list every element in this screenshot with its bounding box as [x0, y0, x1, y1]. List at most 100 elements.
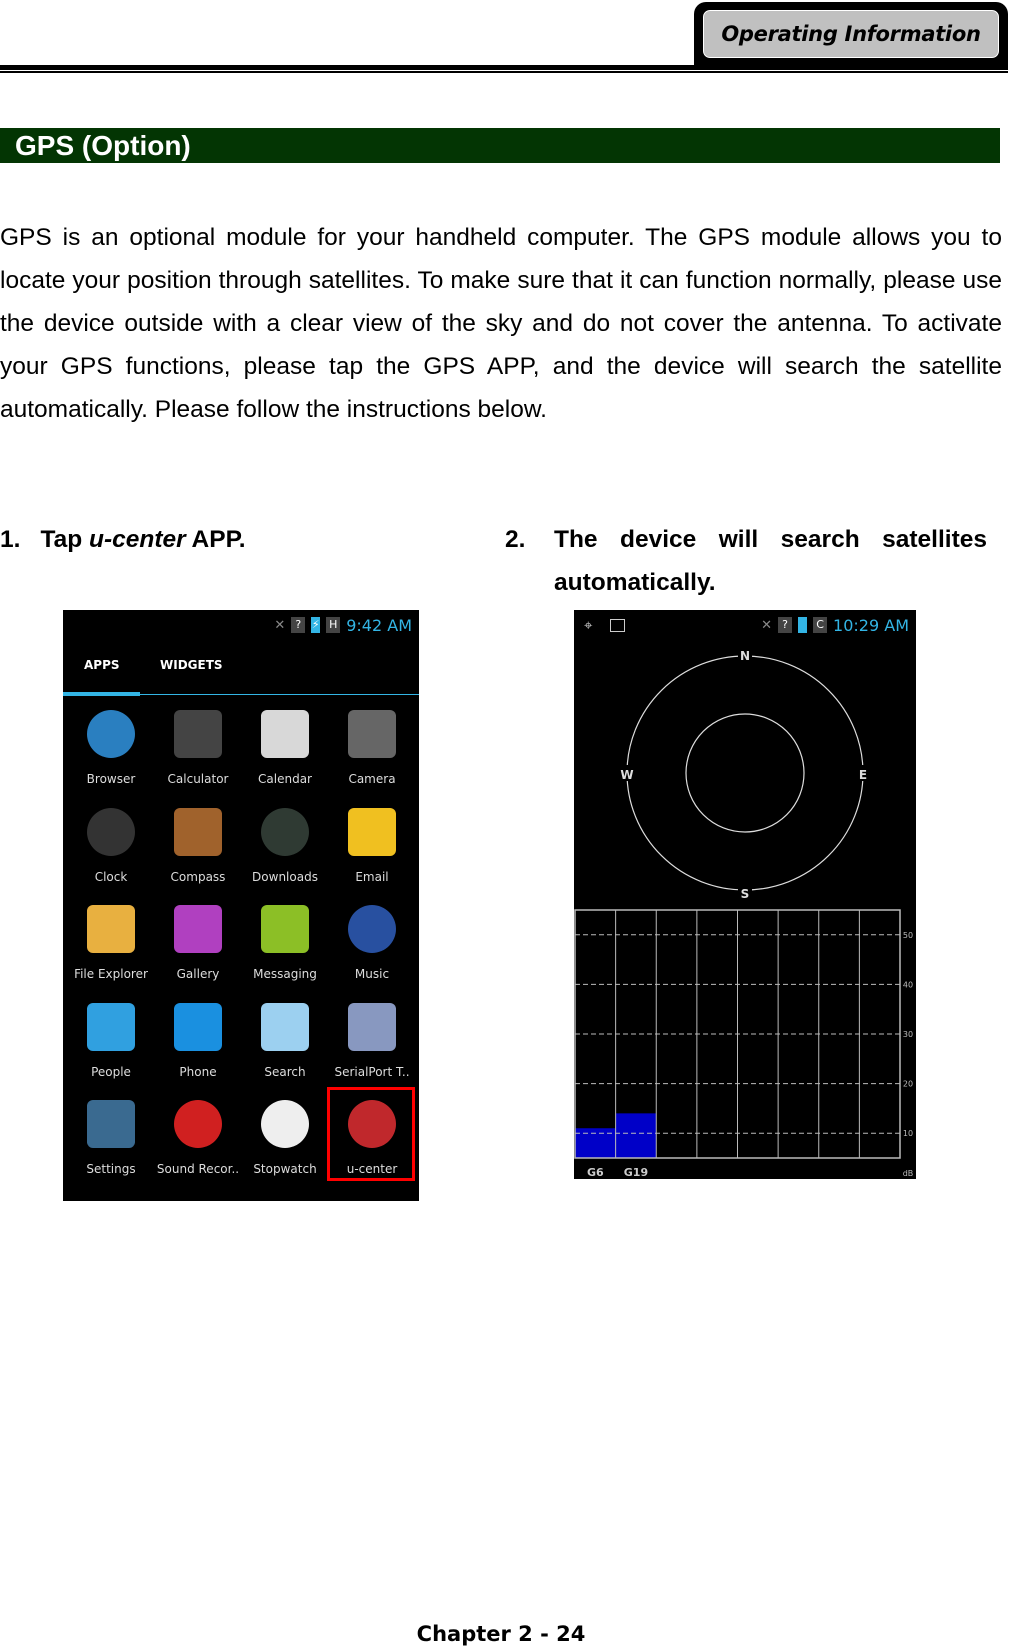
app-label: Stopwatch	[253, 1162, 317, 1176]
app-label: Gallery	[176, 967, 220, 981]
app-label: Camera	[348, 772, 396, 786]
app-label: Clock	[94, 869, 128, 884]
app-label: SerialPort T..	[334, 1064, 410, 1079]
header-rule-thin	[0, 71, 1008, 73]
phone-icon	[174, 1002, 222, 1051]
app-label: Compass	[170, 869, 226, 884]
section-title: GPS (Option)	[0, 128, 1000, 163]
satellite-label: G19	[624, 1166, 648, 1179]
app-label: Sound Recor..	[156, 1162, 240, 1176]
app-gallery[interactable]: Gallery	[154, 905, 242, 981]
app-calculator[interactable]: Calculator	[154, 710, 242, 786]
app-drawer-screenshot: ✕ ? ⚡ H 9:42 AM APPS WIDGETS Browser Calc…	[63, 610, 419, 1201]
serial-port-icon	[348, 1002, 396, 1051]
intro-paragraph: GPS is an optional module for your handh…	[0, 224, 1002, 423]
app-stopwatch[interactable]: Stopwatch	[241, 1100, 329, 1176]
app-sound-recor[interactable]: Sound Recor..	[154, 1100, 242, 1176]
app-people[interactable]: People	[67, 1002, 155, 1079]
app-label: Calculator	[167, 772, 229, 786]
tab-apps[interactable]: APPS	[84, 658, 120, 672]
app-label: Browser	[86, 772, 136, 786]
calculator-icon	[174, 710, 222, 758]
y-tick-label: 30	[903, 1030, 913, 1039]
speaker-icon	[348, 905, 396, 953]
step-number: 1.	[0, 526, 21, 553]
page-footer: Chapter 2 - 24	[416, 1622, 586, 1646]
app-label: Email	[355, 869, 389, 884]
north-label: N	[740, 649, 750, 663]
app-name: u-center	[88, 526, 186, 553]
app-label: File Explorer	[74, 967, 148, 981]
step-number: 2.	[505, 526, 526, 553]
search-icon	[261, 1002, 309, 1051]
email-icon	[348, 807, 396, 856]
satellite-view: N S W E 10 20 30 40 50 G6 G19 dB	[574, 646, 914, 1179]
tab-divider	[63, 694, 419, 695]
app-serialport-t[interactable]: SerialPort T..	[328, 1002, 416, 1079]
app-email[interactable]: Email	[328, 807, 416, 884]
gps-screenshot: ⌖ ✕ ? C 10:29 AM N S W E 10 20 30 40 50 G6 G19…	[574, 610, 916, 1179]
step-2: 2. The device will search satellites aut…	[505, 518, 987, 604]
app-phone[interactable]: Phone	[154, 1002, 242, 1079]
network-type-icon: H	[326, 617, 341, 633]
camera-icon	[348, 710, 396, 758]
y-tick-label: 40	[903, 980, 913, 989]
message-icon	[261, 905, 309, 953]
app-downloads[interactable]: Downloads	[241, 807, 329, 884]
tab-widgets[interactable]: WIDGETS	[160, 658, 223, 672]
app-browser[interactable]: Browser	[67, 710, 155, 786]
app-label: Phone	[179, 1064, 217, 1079]
east-label: E	[859, 768, 867, 782]
globe-icon	[87, 710, 135, 758]
folder-icon	[87, 905, 135, 953]
app-label: Downloads	[252, 869, 318, 884]
app-label: Search	[264, 1064, 306, 1079]
signal-icon: ?	[291, 617, 306, 633]
step-1: 1. Tap u-center APP.	[0, 518, 246, 561]
app-calendar[interactable]: Calendar	[241, 710, 329, 786]
app-label: Settings	[86, 1162, 136, 1176]
header-rule	[0, 65, 1008, 70]
signal-bar	[615, 1113, 657, 1158]
microphone-icon	[174, 1100, 222, 1148]
app-clock[interactable]: Clock	[67, 807, 155, 884]
status-bar: ✕ ? ⚡ H 9:42 AM	[63, 610, 419, 640]
u-center-highlight-box	[327, 1087, 415, 1181]
step-text: The device will search satellites automa…	[554, 526, 987, 596]
app-label: People	[91, 1064, 131, 1079]
stopwatch-icon	[261, 1100, 309, 1148]
west-label: W	[620, 768, 633, 782]
app-file-explorer[interactable]: File Explorer	[67, 905, 155, 981]
section-tab-label: Operating Information	[701, 8, 1001, 60]
gallery-icon	[174, 905, 222, 953]
unit-label: dB	[903, 1169, 914, 1178]
y-tick-label: 10	[903, 1129, 913, 1138]
satellite-label: G6	[587, 1166, 604, 1179]
app-compass[interactable]: Compass	[154, 807, 242, 884]
compass-icon	[174, 807, 222, 856]
elevation-circle	[685, 713, 805, 833]
calendar-icon	[261, 710, 309, 758]
app-settings[interactable]: Settings	[67, 1100, 155, 1176]
clock-icon	[87, 807, 135, 856]
settings-icon	[87, 1100, 135, 1148]
app-label: Calendar	[258, 772, 312, 786]
app-messaging[interactable]: Messaging	[241, 905, 329, 981]
mute-icon: ✕	[274, 617, 286, 633]
step-text: APP.	[185, 526, 246, 553]
battery-charging-icon: ⚡	[311, 617, 321, 633]
clock-time: 9:42 AM	[346, 615, 412, 635]
app-camera[interactable]: Camera	[328, 710, 416, 786]
y-tick-label: 20	[903, 1080, 913, 1089]
download-icon	[261, 807, 309, 856]
app-label: Music	[354, 967, 390, 981]
signal-chart: 10 20 30 40 50 G6 G19 dB	[574, 909, 914, 1179]
horizon-circle	[626, 655, 864, 891]
app-music[interactable]: Music	[328, 905, 416, 981]
app-label: Messaging	[253, 967, 317, 981]
section-tab: Operating Information	[694, 2, 1008, 66]
app-search[interactable]: Search	[241, 1002, 329, 1079]
y-tick-label: 50	[903, 931, 913, 940]
contacts-icon	[87, 1002, 135, 1051]
south-label: S	[741, 887, 750, 901]
